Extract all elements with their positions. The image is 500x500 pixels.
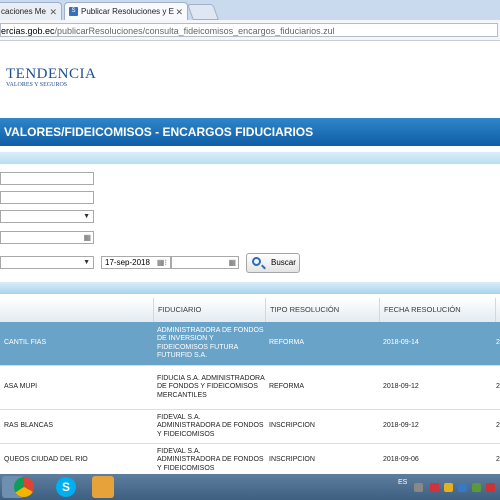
tray-icon[interactable] <box>430 483 439 492</box>
cell-fiduciario: ADMINISTRADORA DE FONDOS DE INVERSION Y … <box>157 326 264 360</box>
filter-select-2[interactable]: ▼ <box>0 256 94 269</box>
cell-fecha: 2018-09-12 <box>383 383 419 391</box>
grid-header-row: FIDUCIARIO TIPO RESOLUCIÓN FECHA RESOLUC… <box>0 298 500 323</box>
close-tab-icon[interactable]: ✕ <box>49 3 57 20</box>
table-row[interactable]: QUEOS CIUDAD DEL RIO FIDEVAL S.A. ADMINI… <box>0 444 500 478</box>
cell-name: CANTIL FIAS <box>4 339 47 347</box>
grid-header-bar <box>0 282 500 294</box>
column-header-extra[interactable] <box>495 298 500 322</box>
skype-icon[interactable]: S <box>56 477 76 497</box>
browser-tab-strip: caciones Me ✕ S Publicar Resoluciones y E… <box>0 0 500 20</box>
tab-label: caciones Me <box>1 7 46 16</box>
url-input[interactable]: ercias.gob.ec/publicarResoluciones/consu… <box>0 23 498 37</box>
tray-icon[interactable] <box>414 483 423 492</box>
search-icon <box>252 257 261 266</box>
cell-extra: 2 <box>496 456 500 464</box>
cell-tipo: INSCRIPCION <box>269 422 315 430</box>
column-header-tipo[interactable]: TIPO RESOLUCIÓN <box>265 298 379 322</box>
url-path: /publicarResoluciones/consulta_fideicomi… <box>54 26 335 36</box>
tab-label: Publicar Resoluciones y E <box>81 7 174 16</box>
column-header-fiduciario[interactable]: FIDUCIARIO <box>153 298 265 322</box>
language-indicator[interactable]: ES <box>398 479 407 486</box>
search-button[interactable]: Buscar <box>246 253 300 273</box>
date-input-1[interactable]: ▦ <box>0 231 94 244</box>
cell-extra: 2 <box>496 339 500 347</box>
close-tab-icon[interactable]: ✕ <box>175 3 183 20</box>
cell-fecha: 2018-09-06 <box>383 456 419 464</box>
tray-icon[interactable] <box>472 483 481 492</box>
filter-input-2[interactable] <box>0 191 94 204</box>
chevron-down-icon: ▼ <box>83 213 90 220</box>
calendar-icon[interactable]: ▦⁝ <box>157 257 167 268</box>
logo: TENDENCIA VALORES Y SEGUROS <box>6 66 96 88</box>
filter-input-1[interactable] <box>0 172 94 185</box>
cell-name: ASA MUPI <box>4 383 38 391</box>
column-header-fecha[interactable]: FECHA RESOLUCIÓN <box>379 298 495 322</box>
cell-extra: 2 <box>496 383 500 391</box>
cell-tipo: INSCRIPCION <box>269 456 315 464</box>
cell-fiduciario: FIDEVAL S.A. ADMINISTRADORA DE FONDOS Y … <box>157 413 264 438</box>
date-from-value: 17-sep-2018 <box>105 258 150 267</box>
date-from-input[interactable]: 17-sep-2018 ▦⁝ <box>101 256 171 269</box>
logo-line1: TENDENCIA <box>6 66 97 82</box>
calendar-icon[interactable]: ▦ <box>83 232 91 243</box>
search-button-label: Buscar <box>271 258 296 267</box>
browser-tab-2[interactable]: S Publicar Resoluciones y E ✕ <box>64 2 188 20</box>
browser-tab-1[interactable]: caciones Me ✕ <box>0 2 62 20</box>
tray-icon[interactable] <box>486 483 495 492</box>
table-row[interactable]: ASA MUPI FIDUCIA S.A. ADMINISTRADORA DE … <box>0 366 500 410</box>
cell-fecha: 2018-09-14 <box>383 339 419 347</box>
tray-icon[interactable] <box>444 483 453 492</box>
calendar-icon[interactable]: ▦ <box>228 257 236 268</box>
cell-tipo: REFORMA <box>269 339 304 347</box>
cell-fecha: 2018-09-12 <box>383 422 419 430</box>
filter-select-1[interactable]: ▼ <box>0 210 94 223</box>
chevron-down-icon: ▼ <box>83 259 90 266</box>
filter-header-bar <box>0 152 500 164</box>
favicon-icon: S <box>69 7 78 17</box>
cell-extra: 2 <box>496 422 500 430</box>
column-header-name[interactable] <box>0 298 153 322</box>
new-tab-button[interactable] <box>187 4 219 20</box>
os-taskbar: S ES <box>0 474 500 500</box>
page-title: VALORES/FIDEICOMISOS - ENCARGOS FIDUCIAR… <box>0 118 500 146</box>
app-icon[interactable] <box>92 476 114 498</box>
cell-name: RAS BLANCAS <box>4 422 54 430</box>
url-host: ercias.gob.ec <box>1 26 55 36</box>
cell-tipo: REFORMA <box>269 383 304 391</box>
table-row[interactable]: CANTIL FIAS ADMINISTRADORA DE FONDOS DE … <box>0 322 500 366</box>
cell-fiduciario: FIDUCIA S.A. ADMINISTRADORA DE FONDOS Y … <box>157 374 265 399</box>
cell-name: QUEOS CIUDAD DEL RIO <box>4 456 88 464</box>
tray-icon[interactable] <box>458 483 467 492</box>
address-bar: ercias.gob.ec/publicarResoluciones/consu… <box>0 20 500 41</box>
date-to-input[interactable]: ▦ <box>171 256 239 269</box>
table-row[interactable]: RAS BLANCAS FIDEVAL S.A. ADMINISTRADORA … <box>0 410 500 444</box>
chrome-icon[interactable] <box>14 477 34 497</box>
cell-fiduciario: FIDEVAL S.A. ADMINISTRADORA DE FONDOS Y … <box>157 447 264 472</box>
